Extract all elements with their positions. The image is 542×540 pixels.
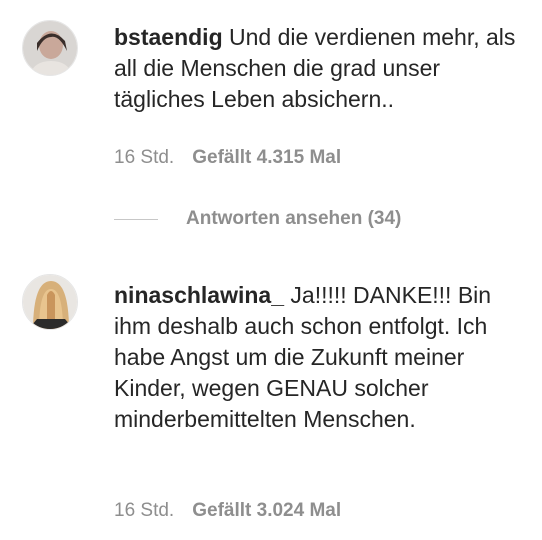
comment-username[interactable]: bstaendig <box>114 24 223 50</box>
comment-text: bstaendig Und die verdienen mehr, als al… <box>114 22 524 115</box>
comment-likes[interactable]: Gefällt 4.315 Mal <box>192 147 341 168</box>
replies-divider <box>114 218 158 220</box>
view-replies-label: Antworten ansehen (34) <box>186 208 402 229</box>
comment-meta: 16 Std. Gefällt 4.315 Mal <box>114 147 341 169</box>
comment-likes[interactable]: Gefällt 3.024 Mal <box>192 500 341 521</box>
comment-time[interactable]: 16 Std. <box>114 147 174 168</box>
comment-meta: 16 Std. Gefällt 3.024 Mal <box>114 500 341 522</box>
comment-text: ninaschlawina_ Ja!!!!! DANKE!!! Bin ihm … <box>114 280 524 435</box>
comment-username[interactable]: ninaschlawina_ <box>114 282 284 308</box>
view-replies-button[interactable]: Antworten ansehen (34) <box>114 206 401 232</box>
avatar[interactable] <box>22 20 78 76</box>
avatar[interactable] <box>22 274 78 330</box>
comment-time[interactable]: 16 Std. <box>114 500 174 521</box>
